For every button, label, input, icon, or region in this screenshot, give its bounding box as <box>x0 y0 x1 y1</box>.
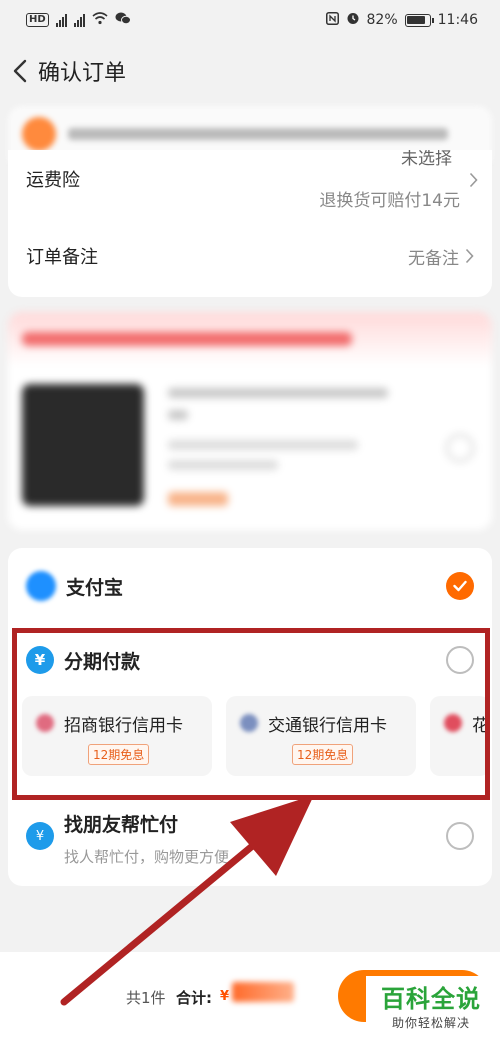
battery-percent: 82% <box>366 12 398 28</box>
alipay-label: 支付宝 <box>66 576 124 599</box>
friend-pay-label: 找朋友帮忙付 <box>64 813 179 836</box>
product-promo-card <box>8 312 492 530</box>
clock: 11:46 <box>437 12 478 28</box>
chevron-right-icon <box>465 248 474 264</box>
product-spec-redacted <box>168 440 358 450</box>
friend-pay-radio[interactable] <box>446 822 474 850</box>
nfc-icon <box>325 11 339 29</box>
item-count: 共1件 <box>126 989 166 1007</box>
product-spec-redacted <box>168 460 278 470</box>
note-label: 订单备注 <box>26 247 98 268</box>
promo-text-redacted <box>22 332 352 346</box>
address-text-redacted <box>68 128 448 140</box>
product-title-redacted <box>168 388 388 398</box>
signal-icon <box>73 13 85 27</box>
highlight-annotation-box <box>12 628 490 800</box>
insurance-subtitle: 退换货可赔付14元 <box>319 191 460 211</box>
battery-icon <box>404 13 434 27</box>
total-label: 合计: <box>176 989 212 1007</box>
status-right: 82% 11:46 <box>325 11 478 29</box>
watermark-subtitle: 助你轻松解决 <box>391 1016 470 1030</box>
product-title-redacted <box>168 410 188 420</box>
payment-option-alipay[interactable]: 支付宝 <box>8 566 492 606</box>
wechat-icon <box>115 11 131 29</box>
alarm-icon <box>346 11 360 29</box>
total-amount-redacted <box>232 982 294 1002</box>
product-radio[interactable] <box>446 434 474 462</box>
page-title: 确认订单 <box>38 61 127 86</box>
product-thumbnail <box>22 384 144 506</box>
watermark-logo: 百科全说 助你轻松解决 <box>366 976 496 1034</box>
avatar <box>22 117 56 151</box>
note-value: 无备注 <box>408 248 459 269</box>
watermark-title: 百科全说 <box>381 985 481 1013</box>
order-note-row[interactable]: 订单备注 无备注 <box>8 234 492 278</box>
chevron-right-icon <box>469 172 478 188</box>
alipay-icon <box>26 571 56 601</box>
hd-icon: HD <box>26 13 49 27</box>
currency-symbol: ¥ <box>220 989 230 1004</box>
promo-banner <box>8 312 492 366</box>
friend-pay-icon: ¥ <box>26 822 54 850</box>
insurance-value: 未选择 <box>401 150 452 169</box>
chevron-left-icon <box>13 59 27 83</box>
status-left: HD <box>26 11 131 29</box>
back-button[interactable] <box>2 44 38 98</box>
status-bar: HD 82% 11:46 <box>0 0 500 40</box>
shipping-options-card: 运费险 未选择 退换货可赔付14元 订单备注 无备注 <box>8 150 492 297</box>
insurance-label: 运费险 <box>26 170 80 191</box>
friend-pay-description: 找人帮忙付，购物更方便 <box>64 848 230 866</box>
selected-check-icon[interactable] <box>446 572 474 600</box>
signal-icon <box>55 13 67 27</box>
product-price-redacted <box>168 492 228 506</box>
nav-bar: 确认订单 <box>0 44 500 98</box>
note-value-wrap: 无备注 <box>408 244 474 269</box>
wifi-icon <box>92 11 108 29</box>
